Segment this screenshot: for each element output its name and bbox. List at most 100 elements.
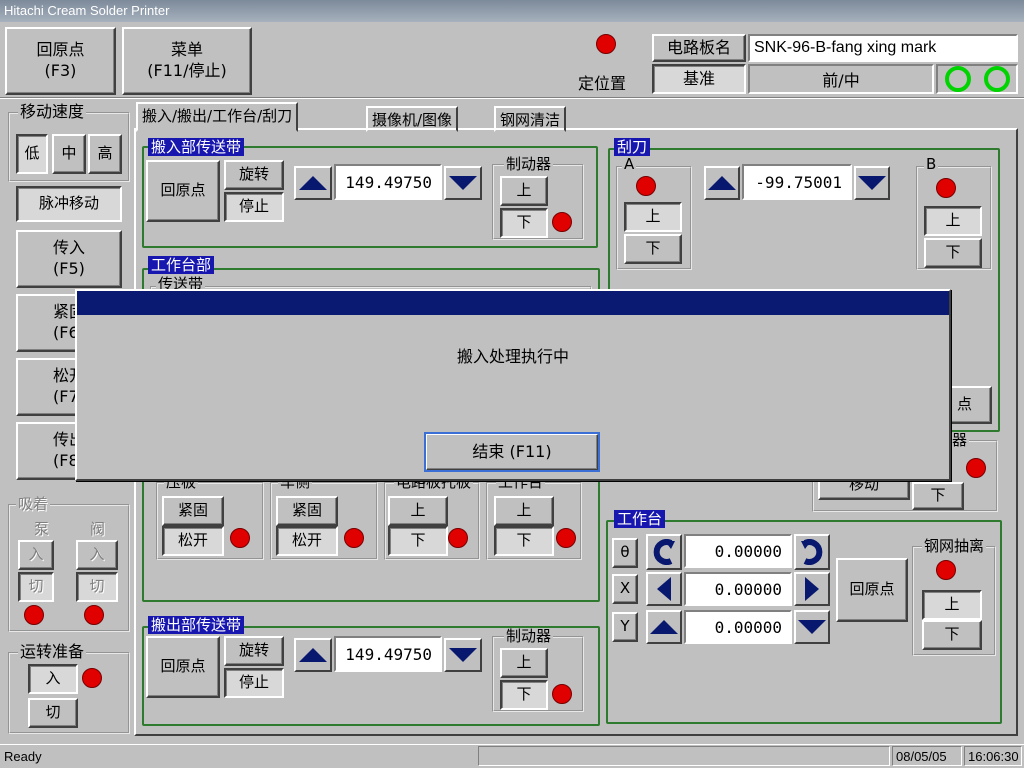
worktable-panel-title: 工作台 xyxy=(614,510,666,528)
x-left-button[interactable] xyxy=(646,572,682,606)
ready-group-title: 运转准备 xyxy=(18,642,87,661)
arrow-down-icon xyxy=(798,620,826,634)
x-right-button[interactable] xyxy=(794,572,830,606)
stencil-extract-title: 钢网抽离 xyxy=(922,537,987,555)
squeegee-title: 刮刀 xyxy=(614,138,651,156)
arrow-right-icon xyxy=(805,577,819,601)
carry-in-brake-title: 制动器 xyxy=(504,155,554,173)
carry-out-brake-up-button[interactable]: 上 xyxy=(500,648,548,678)
arrow-up-icon xyxy=(708,176,736,190)
status-indicators xyxy=(936,64,1018,94)
carry-out-down-button[interactable] xyxy=(444,638,482,672)
arrow-left-icon xyxy=(657,577,671,601)
carry-in-up-button[interactable] xyxy=(294,166,332,200)
carry-out-brake-title: 制动器 xyxy=(504,627,554,645)
theta-cw-button[interactable] xyxy=(794,534,830,570)
arrow-up-icon xyxy=(299,648,327,662)
theta-label: θ xyxy=(612,538,638,568)
carry-in-down-button[interactable] xyxy=(444,166,482,200)
speed-mid-button[interactable]: 中 xyxy=(52,134,86,174)
carry-in-rotate-button[interactable]: 旋转 xyxy=(224,160,284,190)
reference-button[interactable]: 基准 xyxy=(652,64,746,94)
carry-in-stop-button[interactable]: 停止 xyxy=(224,192,284,222)
y-down-button[interactable] xyxy=(794,610,830,644)
move-down-button[interactable]: 下 xyxy=(912,482,964,510)
status-text: Ready xyxy=(4,749,42,764)
press-board-unclamp-button[interactable]: 松开 xyxy=(162,526,224,556)
theta-value: 0.00000 xyxy=(684,534,792,568)
arrow-up-icon xyxy=(650,620,678,634)
tab-stencil-cleaning[interactable]: 钢网清洁 xyxy=(494,106,567,132)
worktable-led xyxy=(556,528,576,548)
home-f3-button[interactable]: 回原点 (F3) xyxy=(5,27,116,95)
squeegee-b-led xyxy=(936,178,956,198)
squeegee-a-label: A xyxy=(622,155,637,173)
carry-out-rotate-button[interactable]: 旋转 xyxy=(224,636,284,666)
board-name-label: 电路板名 xyxy=(652,34,746,62)
rail-unclamp-button[interactable]: 松开 xyxy=(276,526,338,556)
carry-out-conveyor-title: 搬出部传送带 xyxy=(148,616,245,634)
pump-off-button[interactable]: 切 xyxy=(18,572,54,602)
valve-off-button[interactable]: 切 xyxy=(76,572,118,602)
rotate-cw-icon xyxy=(801,539,823,565)
menu-f11-button[interactable]: 菜单 (F11/停止) xyxy=(122,27,252,95)
carry-out-home-button[interactable]: 回原点 xyxy=(146,636,220,698)
press-board-clamp-button[interactable]: 紧固 xyxy=(162,496,224,526)
reference-value: 前/中 xyxy=(748,64,934,94)
speed-low-button[interactable]: 低 xyxy=(16,134,48,174)
ok-indicator-2-icon xyxy=(983,66,1010,92)
window-title: Hitachi Cream Solder Printer xyxy=(0,0,1024,22)
x-label: X xyxy=(612,574,638,604)
squeegee-b-down-button[interactable]: 下 xyxy=(924,238,982,268)
stencil-extract-down-button[interactable]: 下 xyxy=(922,620,982,650)
rotate-ccw-icon xyxy=(653,539,675,565)
squeegee-a-up-button[interactable]: 上 xyxy=(624,202,682,232)
carry-in-brake-led xyxy=(552,212,572,232)
ready-led xyxy=(82,668,102,688)
carry-out-up-button[interactable] xyxy=(294,638,332,672)
worktable-down-button[interactable]: 下 xyxy=(494,526,554,556)
ready-on-button[interactable]: 入 xyxy=(28,664,78,694)
carry-out-stop-button[interactable]: 停止 xyxy=(224,668,284,698)
dialog-end-f11-button[interactable]: 结束 (F11) xyxy=(424,432,600,472)
carry-in-brake-down-button[interactable]: 下 xyxy=(500,208,548,238)
squeegee-down-button[interactable] xyxy=(854,166,890,200)
speed-high-button[interactable]: 高 xyxy=(88,134,122,174)
board-holder-up-button[interactable]: 上 xyxy=(388,496,448,526)
pulse-move-button[interactable]: 脉冲移动 xyxy=(16,186,122,222)
squeegee-up-button[interactable] xyxy=(704,166,740,200)
arrow-down-icon xyxy=(858,176,886,190)
carry-in-f5-button[interactable]: 传入 (F5) xyxy=(16,230,122,288)
move-led xyxy=(966,458,986,478)
pump-on-button[interactable]: 入 xyxy=(18,540,54,570)
stencil-extract-up-button[interactable]: 上 xyxy=(922,590,982,620)
ok-indicator-1-icon xyxy=(944,66,971,92)
processing-dialog: 搬入处理执行中 结束 (F11) xyxy=(75,289,951,481)
worktable-home-button[interactable]: 回原点 xyxy=(836,558,908,622)
move-group-title: 器 xyxy=(950,431,970,449)
table-section-title: 工作台部 xyxy=(148,256,215,274)
carry-in-brake-up-button[interactable]: 上 xyxy=(500,176,548,206)
y-up-button[interactable] xyxy=(646,610,682,644)
tab-carry-table-squeegee[interactable]: 搬入/搬出/工作台/刮刀 xyxy=(136,102,299,132)
valve-label: 阀 xyxy=(90,520,106,538)
carry-out-brake-led xyxy=(552,684,572,704)
speed-group-title: 移动速度 xyxy=(18,102,87,121)
squeegee-a-down-button[interactable]: 下 xyxy=(624,234,682,264)
carry-in-value: 149.49750 xyxy=(334,164,442,200)
theta-ccw-button[interactable] xyxy=(646,534,682,570)
worktable-up-button[interactable]: 上 xyxy=(494,496,554,526)
board-holder-down-button[interactable]: 下 xyxy=(388,526,448,556)
rail-clamp-button[interactable]: 紧固 xyxy=(276,496,338,526)
squeegee-b-up-button[interactable]: 上 xyxy=(924,206,982,236)
valve-on-button[interactable]: 入 xyxy=(76,540,118,570)
ready-off-button[interactable]: 切 xyxy=(28,698,78,728)
x-value: 0.00000 xyxy=(684,572,792,606)
pump-label: 泵 xyxy=(34,520,50,538)
carry-in-home-button[interactable]: 回原点 xyxy=(146,160,220,222)
arrow-up-icon xyxy=(299,176,327,190)
squeegee-value: -99.75001 xyxy=(742,164,852,200)
squeegee-b-label: B xyxy=(924,155,939,173)
carry-out-brake-down-button[interactable]: 下 xyxy=(500,680,548,710)
tab-camera-image[interactable]: 摄像机/图像 xyxy=(366,106,459,132)
